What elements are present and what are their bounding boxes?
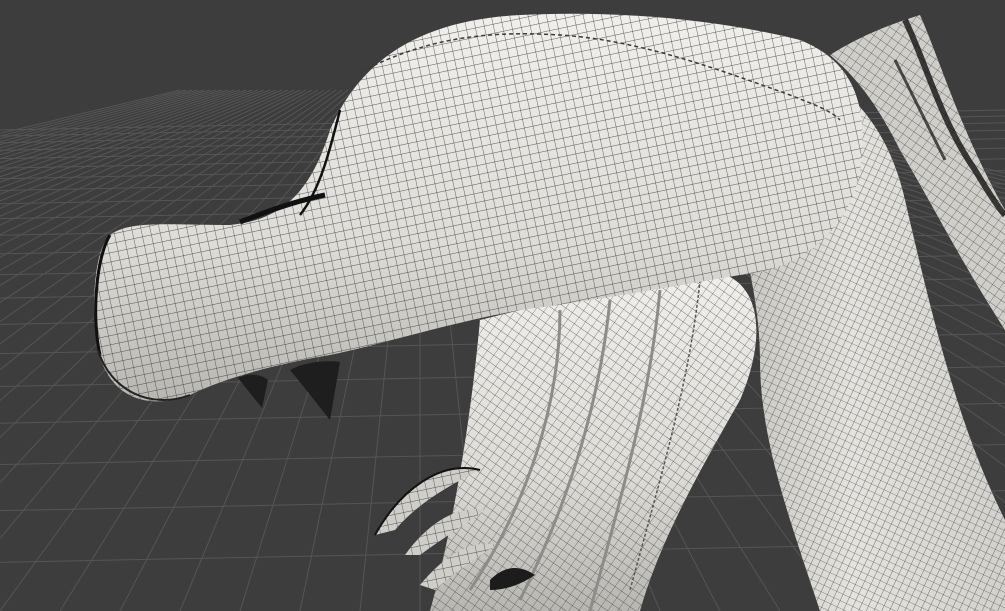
3d-viewport[interactable]	[0, 0, 1005, 611]
viewport-canvas[interactable]	[0, 0, 1005, 611]
tooth-1	[238, 374, 268, 408]
jaw-mesh	[430, 270, 757, 611]
tooth-2	[290, 361, 340, 420]
